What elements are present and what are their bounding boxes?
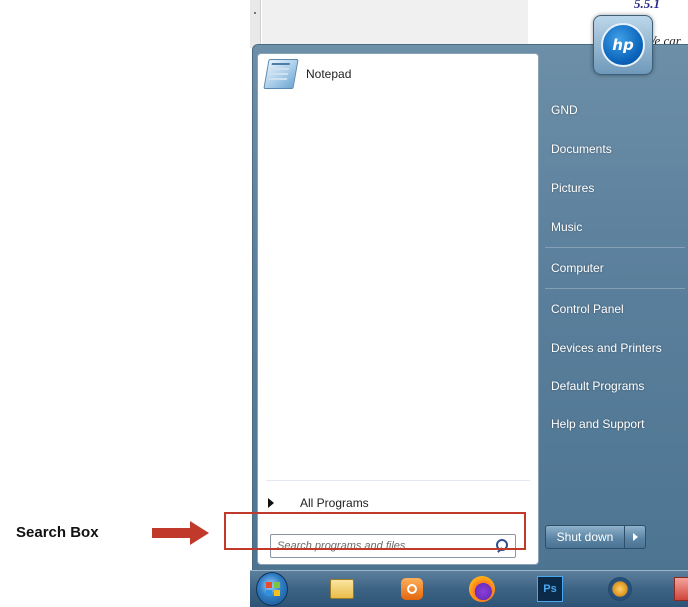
user-picture[interactable]: hp [593, 15, 653, 75]
divider [266, 480, 530, 481]
shutdown-options-button[interactable] [625, 525, 646, 549]
chevron-right-icon [268, 498, 274, 508]
all-programs-label: All Programs [300, 496, 369, 510]
notepad-icon [263, 59, 299, 89]
start-menu: Notepad All Programs Search programs and… [252, 15, 688, 572]
annotation-label: Search Box [16, 524, 99, 541]
media-player-icon [401, 578, 423, 600]
program-label: Notepad [306, 67, 352, 81]
taskbar-media-player[interactable] [396, 574, 428, 604]
programs-panel: Notepad All Programs Search programs and… [257, 53, 539, 565]
hp-logo-text: hp [612, 36, 634, 54]
hp-logo-icon: hp [601, 23, 645, 67]
taskbar-photoshop[interactable]: Ps [534, 574, 566, 604]
taskbar-firefox[interactable] [466, 574, 498, 604]
shutdown-group: Shut down [545, 525, 646, 549]
all-programs-button[interactable]: All Programs [268, 492, 528, 514]
annotation-arrow [152, 521, 209, 545]
divider [545, 288, 685, 289]
right-link-pictures[interactable]: Pictures [545, 175, 685, 201]
right-link-music[interactable]: Music [545, 214, 685, 240]
chevron-right-icon [632, 533, 638, 541]
divider [545, 247, 685, 248]
app-icon [608, 577, 632, 601]
annotation-highlight-box [224, 512, 526, 550]
right-link-computer[interactable]: Computer [545, 255, 685, 281]
explorer-icon [330, 579, 354, 599]
shutdown-button[interactable]: Shut down [545, 525, 625, 549]
start-orb-icon [256, 572, 288, 606]
right-link-control-panel[interactable]: Control Panel [545, 296, 685, 322]
right-link-documents[interactable]: Documents [545, 136, 685, 162]
start-button[interactable] [256, 572, 288, 606]
right-link-default-programs[interactable]: Default Programs [545, 373, 685, 399]
document-heading-number: 5.5.1 [634, 0, 660, 11]
program-item-notepad[interactable]: Notepad [262, 56, 532, 92]
taskbar-app[interactable] [604, 574, 636, 604]
app-icon [674, 577, 688, 601]
taskbar-partial-app[interactable] [668, 574, 688, 604]
right-link-devices-and-printers[interactable]: Devices and Printers [545, 335, 685, 361]
document-panel [262, 0, 528, 48]
firefox-icon [469, 576, 495, 602]
photoshop-icon: Ps [537, 576, 563, 602]
right-link-help-and-support[interactable]: Help and Support [545, 411, 685, 437]
taskbar-explorer[interactable] [326, 574, 358, 604]
right-link-gnd[interactable]: GND [545, 97, 685, 123]
taskbar: Ps [250, 570, 688, 607]
document-ruler [250, 0, 261, 48]
